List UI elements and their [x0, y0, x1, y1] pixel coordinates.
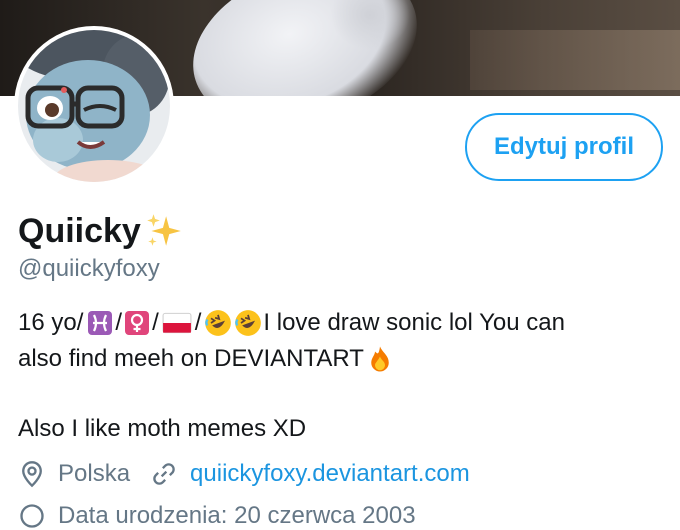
- edit-profile-button[interactable]: Edytuj profil: [465, 113, 663, 181]
- profile-handle: @quiickyfoxy: [18, 255, 160, 282]
- pisces-icon: [88, 311, 113, 335]
- fire-icon: [371, 346, 389, 372]
- birthdate-text: Data urodzenia: 20 czerwca 2003: [58, 502, 416, 529]
- female-sign-icon: [125, 311, 150, 335]
- bio-text: 16 yo/: [18, 309, 84, 336]
- sparkles-icon: [147, 214, 181, 246]
- link-icon: [153, 463, 175, 485]
- profile-meta: Polska quiickyfoxy.deviantart.com: [18, 460, 470, 488]
- location-pin-icon: [22, 461, 42, 488]
- profile-name-text: Quiicky: [18, 211, 141, 250]
- bio-text: also find meeh on DEVIANTART: [18, 345, 364, 372]
- rofl-emoji-icon: [205, 310, 232, 336]
- profile-location: Polska: [58, 460, 131, 487]
- poland-flag-icon: [162, 312, 192, 334]
- profile-bio: 16 yo/ / / / I love draw sonic lol You c…: [18, 305, 668, 447]
- profile-website-link[interactable]: quiickyfoxy.deviantart.com: [190, 460, 470, 488]
- bio-text: I love draw sonic lol You can: [263, 309, 565, 336]
- rofl-emoji-icon: [235, 310, 262, 336]
- calendar-icon: [20, 504, 44, 528]
- profile-birthdate: Data urodzenia: 20 czerwca 2003: [18, 502, 416, 530]
- profile-avatar[interactable]: [14, 26, 174, 186]
- profile-name: Quiicky: [18, 210, 185, 252]
- bio-text: Also I like moth memes XD: [18, 415, 307, 442]
